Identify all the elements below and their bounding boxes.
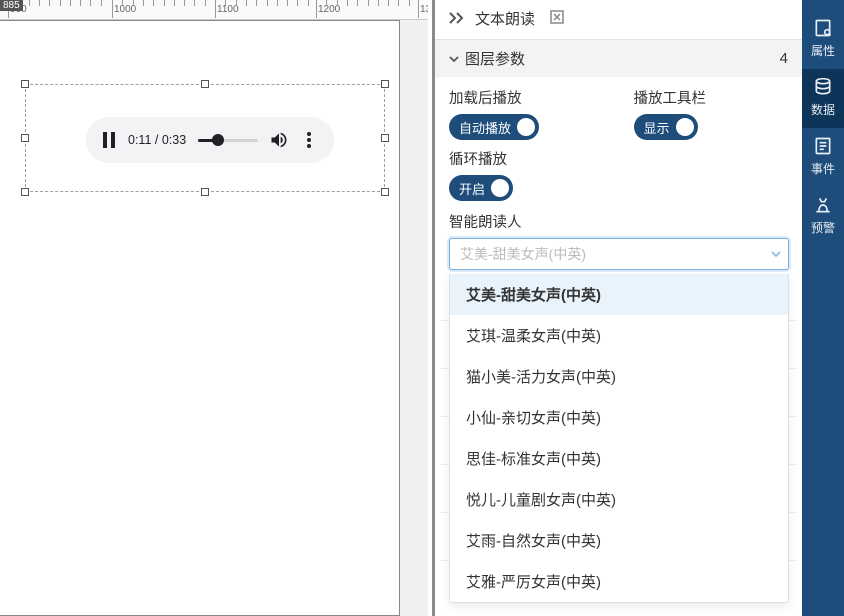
voice-option[interactable]: 艾雅-严厉女声(中英) <box>450 561 788 602</box>
toggle-autoplay[interactable]: 自动播放 <box>449 114 539 140</box>
rail-tab-data[interactable]: 数据 <box>802 69 844 128</box>
voice-option[interactable]: 小仙-亲切女声(中英) <box>450 397 788 438</box>
label-loop: 循环播放 <box>449 148 604 169</box>
toggle-toolbar-text: 显示 <box>644 118 670 137</box>
resize-handle-w[interactable] <box>21 134 29 142</box>
audio-thumb[interactable] <box>212 134 224 146</box>
database-icon <box>813 77 833 97</box>
close-icon[interactable] <box>549 9 565 29</box>
chevron-down-icon <box>771 247 781 261</box>
resize-handle-s[interactable] <box>201 188 209 196</box>
rail-tab-events[interactable]: 事件 <box>802 128 844 187</box>
voice-option[interactable]: 艾雨-自然女声(中英) <box>450 520 788 561</box>
resize-handle-nw[interactable] <box>21 80 29 88</box>
volume-icon[interactable] <box>268 129 290 151</box>
label-play-after-load: 加载后播放 <box>449 87 604 108</box>
selection-box[interactable]: 0:11 / 0:33 <box>25 84 385 192</box>
rail-tab-label: 事件 <box>811 160 835 177</box>
voice-option[interactable]: 思佳-标准女声(中英) <box>450 438 788 479</box>
right-tab-rail: 属性 数据 事件 预警 <box>802 0 844 616</box>
collapse-panel-icon[interactable] <box>449 11 465 27</box>
toggle-autoplay-text: 自动播放 <box>459 118 511 137</box>
audio-track[interactable] <box>198 139 258 142</box>
ruler-horizontal: 9001000110012001300 <box>0 0 428 20</box>
rail-tab-alerts[interactable]: 预警 <box>802 187 844 246</box>
resize-handle-se[interactable] <box>381 188 389 196</box>
alert-icon <box>813 195 833 215</box>
ruler-origin-tag: 885 <box>0 0 23 11</box>
voice-select-value: 艾美-甜美女声(中英) <box>460 244 586 264</box>
panel-header: 文本朗读 <box>435 0 802 39</box>
rail-tab-label: 数据 <box>811 101 835 118</box>
section-body: 加载后播放 自动播放 播放工具栏 显示 循环播放 开启 <box>435 77 802 270</box>
rail-tab-properties[interactable]: 属性 <box>802 10 844 69</box>
label-toolbar: 播放工具栏 <box>634 87 789 108</box>
section-count: 4 <box>780 50 788 67</box>
section-title: 图层参数 <box>465 48 525 69</box>
audio-time: 0:11 / 0:33 <box>128 133 186 147</box>
canvas-area[interactable]: 885 9001000110012001300 0:11 / 0:33 <box>0 0 428 616</box>
properties-icon <box>813 18 833 38</box>
resize-handle-e[interactable] <box>381 134 389 142</box>
property-panel: 文本朗读 图层参数 4 加载后播放 自动播放 播放工具栏 显示 <box>432 0 802 616</box>
panel-title: 文本朗读 <box>475 8 535 29</box>
voice-option[interactable]: 艾琪-温柔女声(中英) <box>450 315 788 356</box>
voice-dropdown[interactable]: 艾美-甜美女声(中英)艾琪-温柔女声(中英)猫小美-活力女声(中英)小仙-亲切女… <box>449 274 789 603</box>
list-icon <box>813 136 833 156</box>
label-voice: 智能朗读人 <box>449 211 788 232</box>
toggle-loop-text: 开启 <box>459 179 485 198</box>
resize-handle-ne[interactable] <box>381 80 389 88</box>
kebab-menu-icon[interactable] <box>298 129 320 151</box>
toggle-toolbar[interactable]: 显示 <box>634 114 698 140</box>
voice-option[interactable]: 艾美-甜美女声(中英) <box>450 274 788 315</box>
voice-option[interactable]: 猫小美-活力女声(中英) <box>450 356 788 397</box>
pause-icon[interactable] <box>98 129 120 151</box>
chevron-down-icon <box>449 52 459 66</box>
voice-option[interactable]: 悦儿-儿童剧女声(中英) <box>450 479 788 520</box>
audio-player[interactable]: 0:11 / 0:33 <box>86 117 334 163</box>
voice-select[interactable]: 艾美-甜美女声(中英) <box>449 238 789 270</box>
rail-tab-label: 预警 <box>811 219 835 236</box>
resize-handle-sw[interactable] <box>21 188 29 196</box>
section-header-layer-params[interactable]: 图层参数 4 <box>435 39 802 77</box>
rail-tab-label: 属性 <box>811 42 835 59</box>
toggle-loop[interactable]: 开启 <box>449 175 513 201</box>
resize-handle-n[interactable] <box>201 80 209 88</box>
